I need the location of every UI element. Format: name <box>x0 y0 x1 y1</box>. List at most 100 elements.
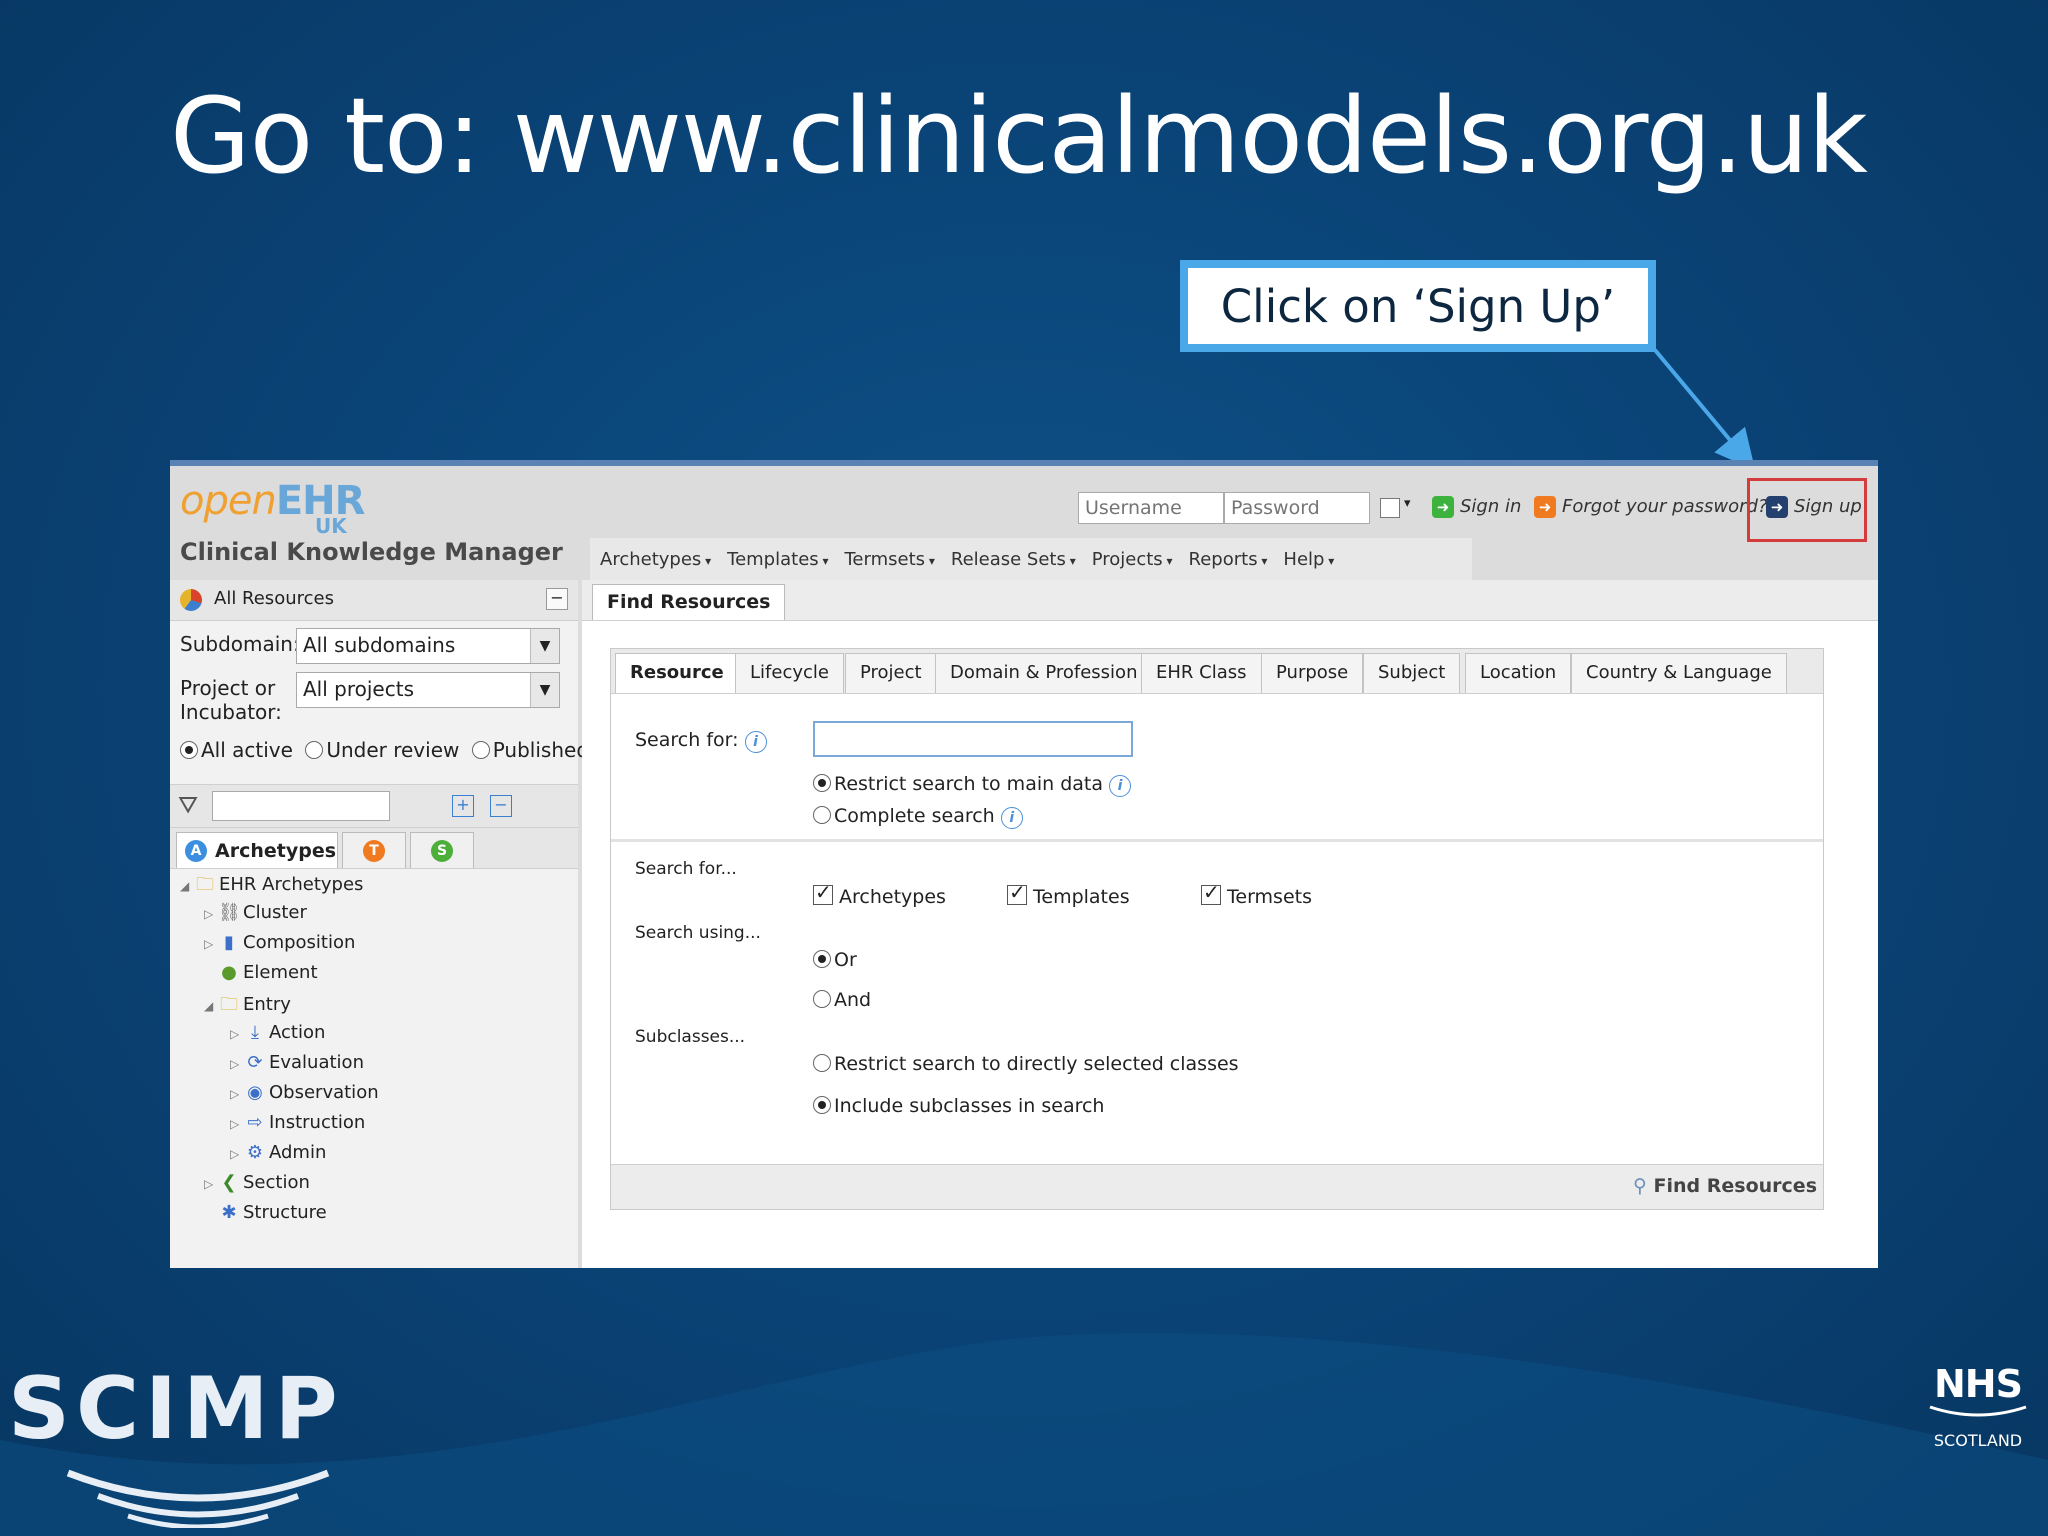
checkbox-templates[interactable]: Templates <box>1007 880 1130 908</box>
filter-icon: ⛛ <box>178 791 199 819</box>
all-resources-label: All Resources <box>214 588 334 609</box>
radio-published[interactable]: Published <box>471 738 589 762</box>
archetype-icon: A <box>185 840 207 862</box>
app-name: Clinical Knowledge Manager <box>180 538 563 566</box>
remember-dropdown-icon[interactable]: ▾ <box>1404 496 1411 511</box>
sign-up-highlight <box>1747 478 1867 542</box>
collapse-panel-icon[interactable]: − <box>546 588 568 610</box>
menu-termsets[interactable]: Termsets <box>845 549 935 570</box>
termset-icon: S <box>431 840 453 862</box>
menu-reports[interactable]: Reports <box>1189 549 1268 570</box>
subtab-lifecycle[interactable]: Lifecycle <box>735 653 844 693</box>
tree-item-element[interactable]: ● Element <box>204 962 317 983</box>
nhs-swoosh-icon <box>1929 1405 2027 1417</box>
folder-open-icon: 🗀 <box>196 874 214 895</box>
main-panel: Find Resources Resource Lifecycle Projec… <box>582 580 1878 1268</box>
username-input[interactable] <box>1078 492 1224 524</box>
nhs-scotland-text: SCOTLAND <box>1933 1431 2023 1450</box>
expand-all-icon[interactable]: + <box>452 795 474 817</box>
template-icon: T <box>363 840 385 862</box>
resource-type-tabs: A Archetypes T S <box>170 828 578 869</box>
radio-restrict-main[interactable]: Restrict search to main data i <box>813 773 1131 797</box>
radio-under-review[interactable]: Under review <box>305 738 459 762</box>
tab-templates[interactable]: T <box>342 832 406 868</box>
form-separator <box>611 839 1823 842</box>
tab-find-resources[interactable]: Find Resources <box>592 584 786 620</box>
info-icon[interactable]: i <box>1000 807 1023 829</box>
sign-in-icon: ➜ <box>1432 496 1454 518</box>
remember-checkbox[interactable] <box>1380 498 1400 518</box>
composition-icon: ▮ <box>224 932 234 953</box>
subdomain-dropdown-icon[interactable]: ▼ <box>530 629 559 663</box>
subdomain-label: Subdomain: <box>180 632 300 656</box>
nhs-text: NHS <box>1934 1362 2023 1406</box>
browser-screenshot: openEHR UK Clinical Knowledge Manager ▾ … <box>170 460 1878 1268</box>
search-for-label: Search for: i <box>635 729 767 753</box>
info-icon[interactable]: i <box>744 731 767 753</box>
project-label-line1: Project or <box>180 676 276 700</box>
forgot-password-link[interactable]: ➜ Forgot your password? <box>1534 496 1768 518</box>
tree-item-entry[interactable]: ◢ 🗀 Entry <box>204 992 291 1022</box>
section-icon: ❮ <box>221 1172 237 1193</box>
subdomain-select[interactable]: All subdomains ▼ <box>296 628 560 664</box>
password-input[interactable] <box>1224 492 1370 524</box>
tree-item-observation[interactable]: ▷ ◉ Observation <box>230 1082 379 1103</box>
checkbox-termsets[interactable]: Termsets <box>1201 880 1312 908</box>
subtab-location[interactable]: Location <box>1465 653 1572 693</box>
tree-item-action[interactable]: ▷ ⤓ Action <box>230 1022 325 1043</box>
collapse-all-icon[interactable]: − <box>490 795 512 817</box>
menu-archetypes[interactable]: Archetypes <box>600 549 711 570</box>
search-input[interactable] <box>813 721 1133 757</box>
find-resources-button[interactable]: ⚲ Find Resources <box>1633 1175 1817 1197</box>
sign-in-link[interactable]: ➜ Sign in <box>1432 496 1521 518</box>
app-header: openEHR UK Clinical Knowledge Manager ▾ … <box>170 466 1878 580</box>
tree-item-admin[interactable]: ▷ ⚙ Admin <box>230 1142 326 1163</box>
search-for-section-label: Search for... <box>635 859 737 879</box>
menu-templates[interactable]: Templates <box>727 549 828 570</box>
radio-include-subclasses[interactable]: Include subclasses in search <box>813 1095 1104 1117</box>
forgot-password-icon: ➜ <box>1534 496 1556 518</box>
tree-item-section[interactable]: ▷ ❮ Section <box>204 1172 310 1193</box>
project-select[interactable]: All projects ▼ <box>296 672 560 708</box>
tab-termsets[interactable]: S <box>410 832 474 868</box>
main-menu: Archetypes Templates Termsets Release Se… <box>590 538 1472 580</box>
all-resources-header: All Resources − <box>170 580 578 621</box>
subtab-resource[interactable]: Resource <box>615 653 739 693</box>
tree-item-structure[interactable]: ✱ Structure <box>204 1202 326 1223</box>
radio-restrict-classes[interactable]: Restrict search to directly selected cla… <box>813 1053 1239 1075</box>
nhs-scotland-logo: NHS SCOTLAND <box>1926 1364 2030 1450</box>
menu-projects[interactable]: Projects <box>1092 549 1173 570</box>
element-icon: ● <box>221 962 237 983</box>
tree-item-instruction[interactable]: ▷ ⇨ Instruction <box>230 1112 365 1133</box>
search-subtabs: Resource Lifecycle Project Domain & Prof… <box>611 649 1823 694</box>
menu-release-sets[interactable]: Release Sets <box>951 549 1076 570</box>
radio-complete-search[interactable]: Complete search i <box>813 805 1023 829</box>
tab-archetypes[interactable]: A Archetypes <box>176 832 338 868</box>
subtab-country-language[interactable]: Country & Language <box>1571 653 1787 693</box>
subtab-domain-profession[interactable]: Domain & Profession <box>935 653 1153 693</box>
radio-or[interactable]: Or <box>813 949 857 971</box>
tree-item-composition[interactable]: ▷ ▮ Composition <box>204 932 355 953</box>
radio-all-active[interactable]: All active <box>180 738 293 762</box>
radio-and[interactable]: And <box>813 989 871 1011</box>
evaluation-icon: ⟳ <box>247 1052 263 1073</box>
menu-help[interactable]: Help <box>1283 549 1334 570</box>
scimp-text: SCIMP <box>8 1359 344 1459</box>
pointer-arrow <box>1653 348 1756 471</box>
project-dropdown-icon[interactable]: ▼ <box>530 673 559 707</box>
subtab-subject[interactable]: Subject <box>1363 653 1461 693</box>
project-label-line2: Incubator: <box>180 700 282 724</box>
status-radios: All active Under review Published <box>180 738 589 762</box>
subtab-purpose[interactable]: Purpose <box>1261 653 1364 693</box>
observation-eye-icon: ◉ <box>247 1082 263 1103</box>
tree-item-ehr-archetypes[interactable]: ◢ 🗀 EHR Archetypes <box>180 872 363 902</box>
filter-input[interactable] <box>212 791 390 821</box>
subtab-ehr-class[interactable]: EHR Class <box>1141 653 1262 693</box>
tree-item-evaluation[interactable]: ▷ ⟳ Evaluation <box>230 1052 364 1073</box>
form-footer: ⚲ Find Resources <box>611 1164 1823 1209</box>
checkbox-archetypes[interactable]: Archetypes <box>813 880 946 908</box>
subtab-project[interactable]: Project <box>845 653 937 693</box>
info-icon[interactable]: i <box>1109 775 1131 797</box>
tree-item-cluster[interactable]: ▷ ⛓ Cluster <box>204 902 307 923</box>
cluster-icon: ⛓ <box>218 902 241 923</box>
